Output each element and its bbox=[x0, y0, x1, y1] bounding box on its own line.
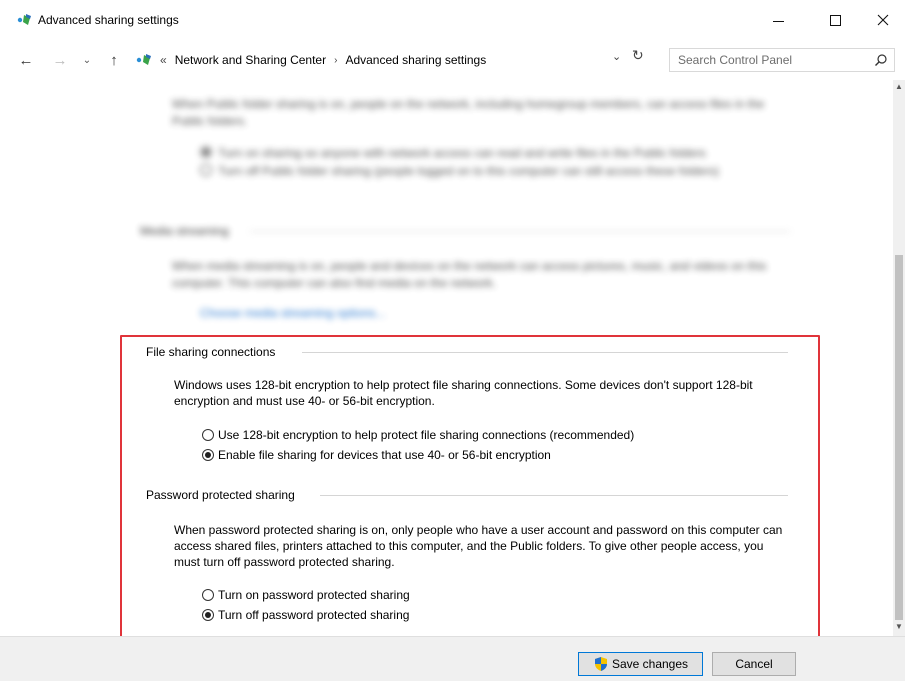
search-input[interactable] bbox=[670, 53, 860, 67]
network-icon bbox=[17, 14, 31, 25]
scrollbar-thumb[interactable] bbox=[895, 255, 903, 620]
minimize-button[interactable] bbox=[755, 0, 801, 40]
close-button[interactable] bbox=[860, 0, 905, 40]
maximize-button[interactable] bbox=[812, 0, 858, 40]
settings-content: When Public folder sharing is on, people… bbox=[0, 80, 893, 636]
save-changes-button[interactable]: Save changes bbox=[578, 652, 703, 676]
scroll-down-icon[interactable]: ▼ bbox=[893, 620, 905, 634]
search-icon[interactable] bbox=[874, 53, 888, 67]
media-streaming-link[interactable]: Choose media streaming options... bbox=[200, 306, 385, 320]
up-arrow-icon: ↑ bbox=[110, 51, 118, 69]
password-sharing-on-option[interactable]: Turn on password protected sharing bbox=[202, 588, 410, 602]
uac-shield-icon bbox=[594, 657, 607, 671]
network-icon bbox=[136, 54, 151, 65]
scroll-up-icon[interactable]: ▲ bbox=[893, 80, 905, 94]
close-icon bbox=[877, 14, 889, 26]
radio-icon[interactable] bbox=[202, 429, 214, 441]
file-sharing-title: File sharing connections bbox=[146, 345, 276, 359]
password-sharing-title: Password protected sharing bbox=[146, 488, 295, 502]
forward-button[interactable]: → bbox=[50, 48, 70, 72]
navigation-bar: ← → ⌄ ↑ « Network and Sharing Center › A… bbox=[0, 44, 905, 76]
media-streaming-description: When media streaming is on, people and d… bbox=[172, 259, 767, 290]
encryption-40-56-option[interactable]: Enable file sharing for devices that use… bbox=[202, 448, 551, 462]
footer-bar: Save changes Cancel bbox=[0, 636, 905, 681]
section-divider bbox=[250, 231, 790, 232]
public-folder-description: When Public folder sharing is on, people… bbox=[172, 97, 765, 128]
back-button[interactable]: ← bbox=[16, 48, 36, 72]
section-divider bbox=[302, 352, 788, 353]
refresh-icon[interactable]: ↻ bbox=[632, 47, 644, 64]
password-sharing-on-label[interactable]: Turn on password protected sharing bbox=[218, 588, 410, 602]
radio-selected-icon[interactable] bbox=[202, 449, 214, 461]
forward-arrow-icon: → bbox=[52, 51, 68, 69]
breadcrumb-network-sharing-center[interactable]: Network and Sharing Center bbox=[175, 53, 326, 67]
radio-icon[interactable] bbox=[202, 589, 214, 601]
save-changes-label: Save changes bbox=[611, 657, 689, 671]
overflow-chevron-icon[interactable]: « bbox=[160, 53, 167, 67]
chevron-down-icon: ⌄ bbox=[82, 54, 92, 66]
vertical-scrollbar[interactable]: ▲ ▼ bbox=[893, 80, 905, 636]
media-streaming-title: Media streaming bbox=[140, 224, 229, 238]
public-folder-option-off-label: Turn off Public folder sharing (people l… bbox=[218, 164, 719, 178]
file-sharing-description: Windows uses 128-bit encryption to help … bbox=[174, 378, 753, 408]
password-sharing-off-label[interactable]: Turn off password protected sharing bbox=[218, 608, 409, 622]
search-box[interactable] bbox=[669, 48, 895, 72]
encryption-128-label[interactable]: Use 128-bit encryption to help protect f… bbox=[218, 428, 634, 442]
back-arrow-icon: ← bbox=[18, 51, 34, 69]
public-folder-option-off[interactable]: Turn off Public folder sharing (people l… bbox=[200, 164, 790, 179]
breadcrumb-advanced-sharing-settings[interactable]: Advanced sharing settings bbox=[345, 53, 486, 67]
breadcrumb-separator-icon[interactable]: › bbox=[334, 55, 337, 66]
address-bar[interactable]: « Network and Sharing Center › Advanced … bbox=[129, 48, 659, 72]
public-folder-option-on-label: Turn on sharing so anyone with network a… bbox=[218, 146, 706, 160]
minimize-icon bbox=[772, 20, 784, 22]
window-title: Advanced sharing settings bbox=[38, 13, 179, 27]
title-bar: Advanced sharing settings bbox=[0, 0, 905, 40]
password-sharing-description: When password protected sharing is on, o… bbox=[174, 523, 783, 569]
password-sharing-off-option[interactable]: Turn off password protected sharing bbox=[202, 608, 409, 622]
up-button[interactable]: ↑ bbox=[104, 48, 124, 72]
recent-locations-button[interactable]: ⌄ bbox=[80, 48, 94, 72]
section-divider bbox=[320, 495, 788, 496]
public-folder-option-on[interactable]: Turn on sharing so anyone with network a… bbox=[200, 146, 790, 161]
cancel-button[interactable]: Cancel bbox=[712, 652, 796, 676]
radio-icon[interactable] bbox=[200, 146, 212, 158]
address-dropdown-icon[interactable]: ⌄ bbox=[612, 50, 621, 63]
radio-selected-icon[interactable] bbox=[202, 609, 214, 621]
maximize-icon bbox=[829, 14, 841, 26]
encryption-128-option[interactable]: Use 128-bit encryption to help protect f… bbox=[202, 428, 634, 442]
blurred-settings-region: When Public folder sharing is on, people… bbox=[0, 80, 893, 330]
radio-icon[interactable] bbox=[200, 164, 212, 176]
encryption-40-56-label[interactable]: Enable file sharing for devices that use… bbox=[218, 448, 551, 462]
